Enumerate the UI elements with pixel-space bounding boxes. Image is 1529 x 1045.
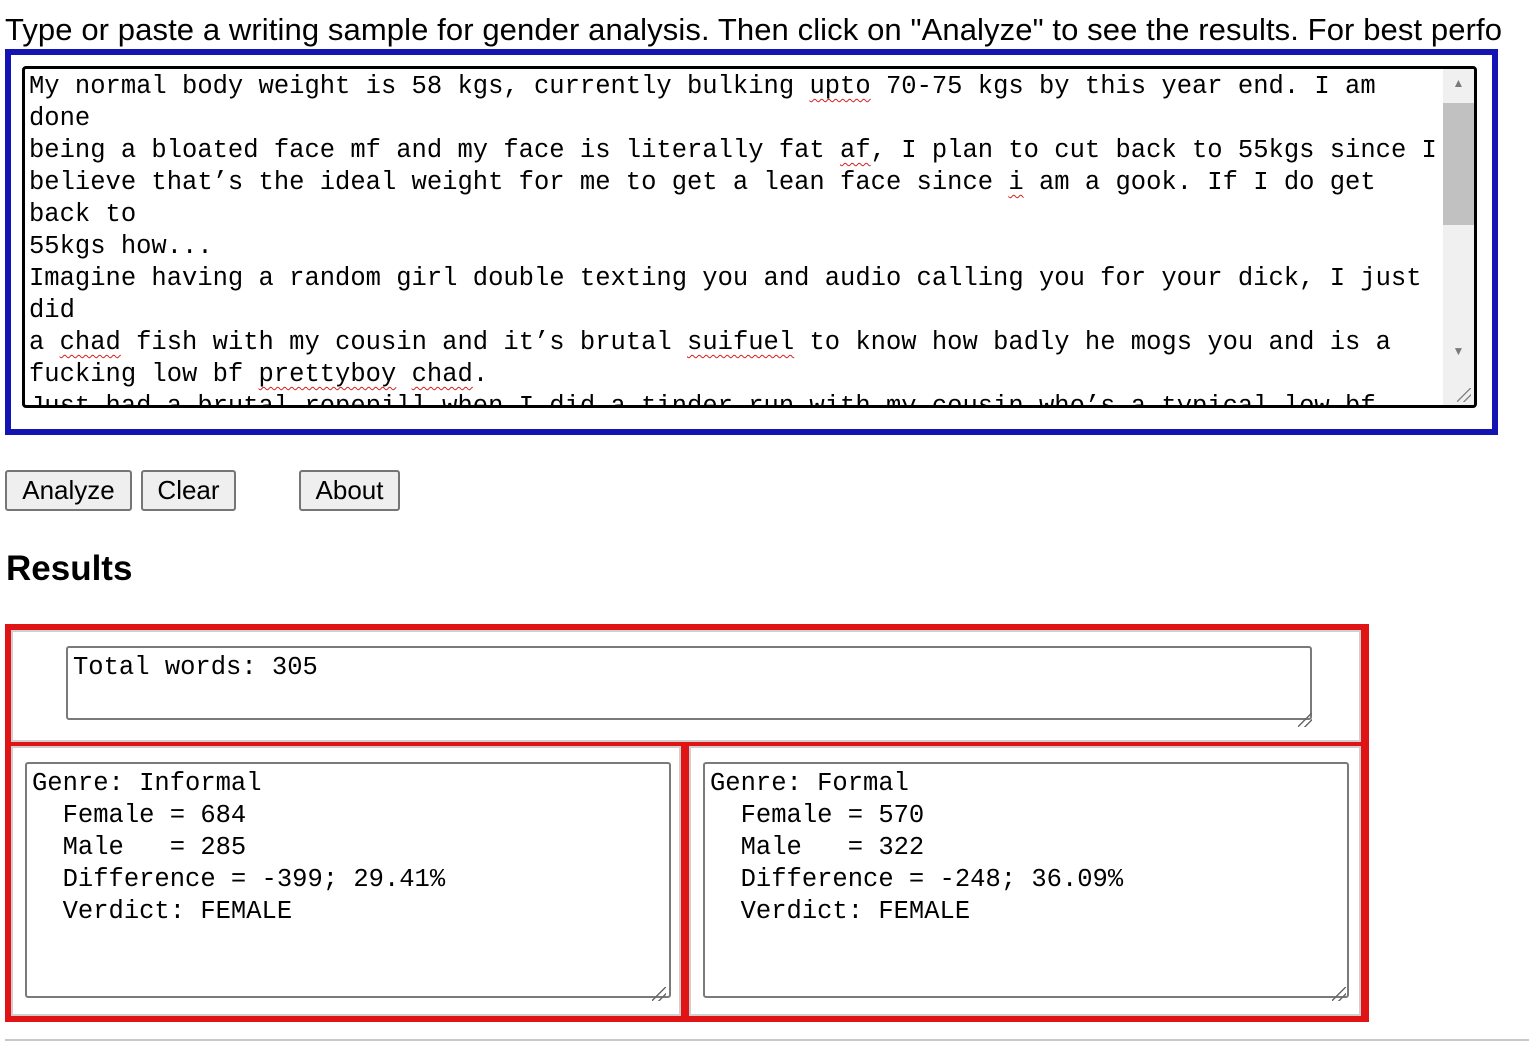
sample-text-run: , I plan to cut back to 55kgs since I — [870, 136, 1437, 165]
resize-grip-icon[interactable] — [652, 987, 666, 1001]
misspelled-word: i — [1008, 168, 1024, 197]
clear-button[interactable]: Clear — [141, 470, 236, 511]
sample-line: being a bloated face mf and my face is l… — [29, 135, 1439, 167]
writing-sample-textarea[interactable]: My normal body weight is 58 kgs, current… — [22, 66, 1477, 408]
results-heading: Results — [6, 549, 133, 588]
resize-grip-icon[interactable] — [1332, 987, 1346, 1001]
misspelled-word: af — [840, 136, 871, 165]
sample-line: My normal body weight is 58 kgs, current… — [29, 71, 1439, 135]
resize-grip-icon[interactable] — [1298, 713, 1312, 727]
sample-line: 55kgs how... — [29, 231, 1439, 263]
misspelled-word: upto — [809, 72, 871, 101]
instructions-text: Type or paste a writing sample for gende… — [5, 12, 1503, 47]
misspelled-word: ropepill — [304, 392, 427, 408]
misspelled-word: chad — [59, 328, 121, 357]
sample-text-run: 55kgs how... — [29, 232, 213, 261]
scroll-down-arrow-icon[interactable]: ▼ — [1443, 337, 1474, 365]
sample-text-run — [396, 360, 411, 389]
informal-result-output[interactable]: Genre: Informal Female = 684 Male = 285 … — [25, 762, 671, 998]
formal-result-output[interactable]: Genre: Formal Female = 570 Male = 322 Di… — [703, 762, 1349, 998]
sample-line: believe that’s the ideal weight for me t… — [29, 167, 1439, 231]
sample-text-run: Just had a brutal — [29, 392, 305, 408]
formal-result-cell: Genre: Formal Female = 570 Male = 322 Di… — [689, 746, 1361, 1016]
total-words-output[interactable]: Total words: 305 — [66, 646, 1312, 720]
sample-text-run: My normal body weight is 58 kgs, current… — [29, 72, 810, 101]
scroll-thumb[interactable] — [1443, 103, 1474, 225]
sample-text-run: to know how badly he mogs you and is a — [794, 328, 1391, 357]
scroll-up-arrow-icon[interactable]: ▲ — [1443, 69, 1474, 97]
results-table: Total words: 305 Genre: Informal Female … — [5, 624, 1369, 1022]
sample-input-frame: My normal body weight is 58 kgs, current… — [5, 49, 1498, 435]
sample-text-run: believe that’s the ideal weight for me t… — [29, 168, 1009, 197]
sample-line: Imagine having a random girl double text… — [29, 263, 1439, 327]
sample-line: a chad fish with my cousin and it’s brut… — [29, 327, 1439, 359]
misspelled-word: prettyboy — [258, 360, 397, 389]
sample-text-run: being a bloated face mf and my face is l… — [29, 136, 841, 165]
sample-line: fucking low bf prettyboy chad. — [29, 359, 1439, 391]
about-button[interactable]: About — [299, 470, 400, 511]
sample-line: Just had a brutal ropepill when I did a … — [29, 391, 1439, 408]
misspelled-word: suifuel — [687, 328, 795, 357]
misspelled-word: chad — [411, 360, 473, 389]
informal-result-cell: Genre: Informal Female = 684 Male = 285 … — [11, 746, 681, 1016]
sample-text-run: Imagine having a random girl double text… — [29, 264, 1437, 325]
horizontal-divider — [5, 1039, 1529, 1041]
resize-grip-icon[interactable] — [1457, 388, 1471, 402]
sample-text-run: when I did a tinder run with my cousin w… — [426, 392, 1376, 408]
sample-text-run: . — [472, 360, 489, 389]
sample-text-run: fucking low bf — [29, 360, 259, 389]
sample-text-run: fish with my cousin and it’s brutal — [120, 328, 688, 357]
analyze-button[interactable]: Analyze — [5, 470, 132, 511]
total-words-cell: Total words: 305 — [11, 630, 1361, 742]
sample-text-run: a — [29, 328, 60, 357]
writing-sample-text[interactable]: My normal body weight is 58 kgs, current… — [29, 71, 1439, 408]
textarea-scrollbar[interactable]: ▲ ▼ — [1443, 69, 1474, 405]
